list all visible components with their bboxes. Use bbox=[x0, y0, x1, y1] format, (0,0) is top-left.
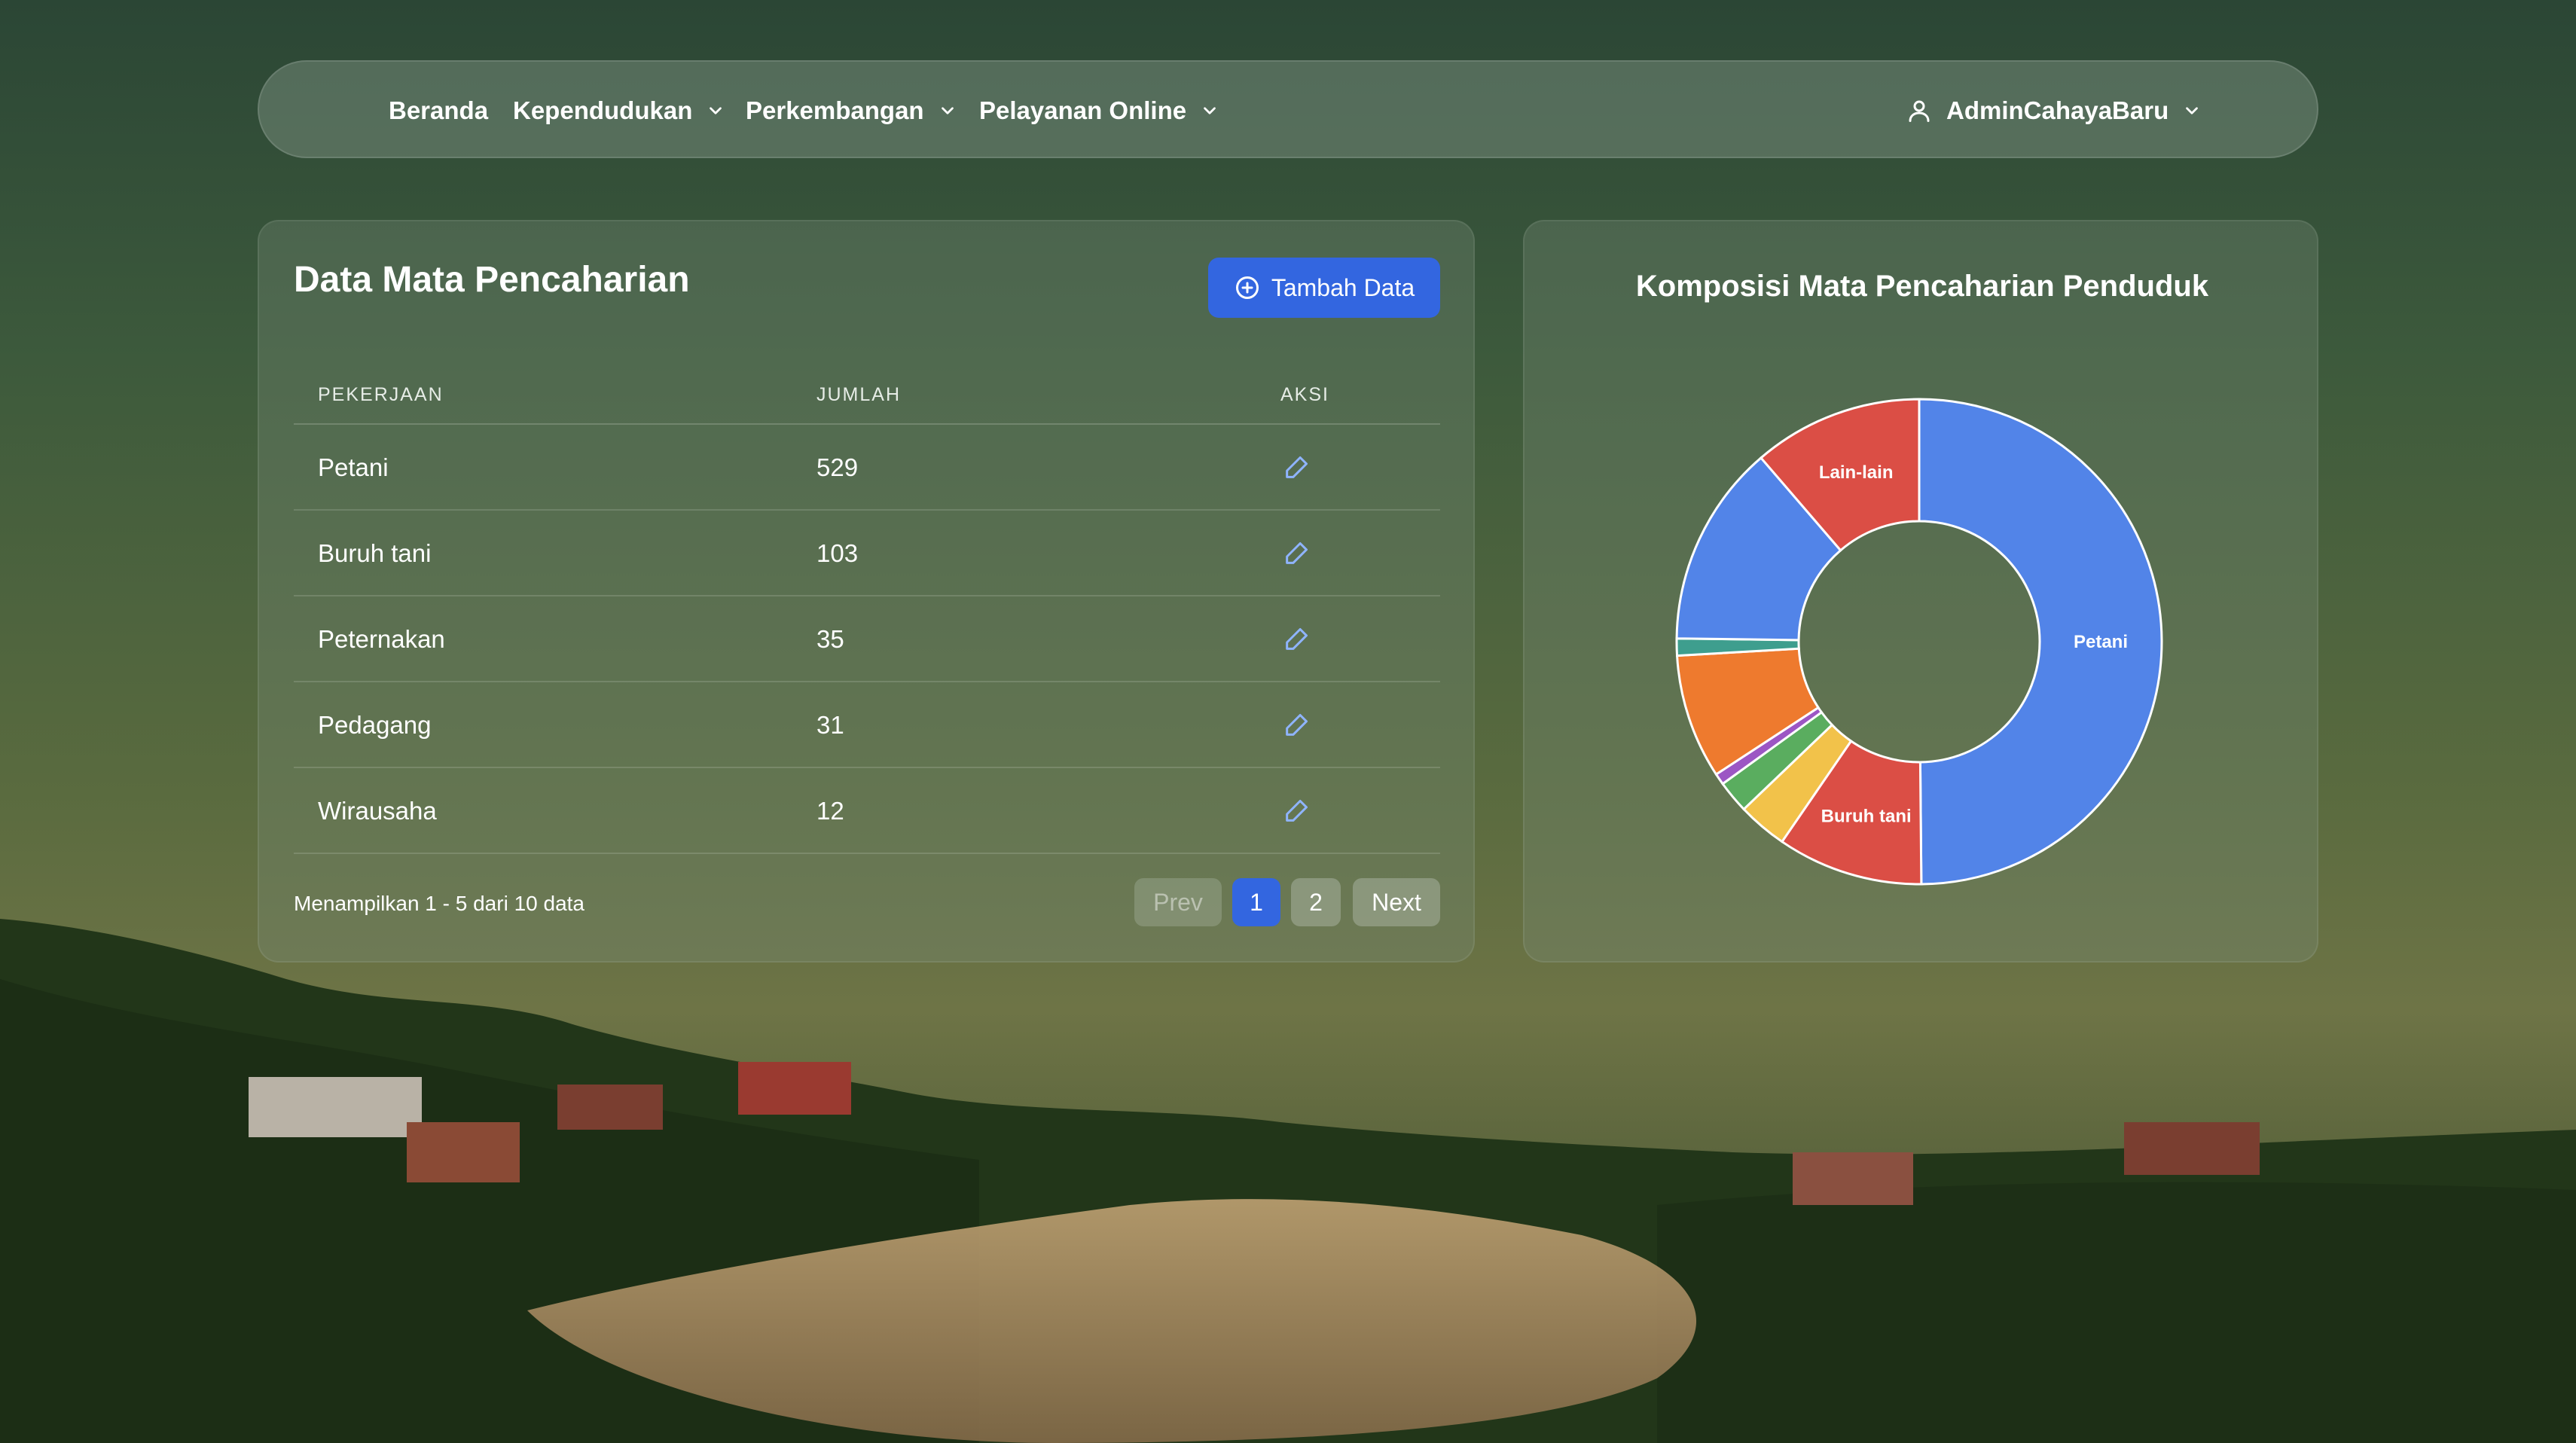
donut-slice-label: Petani bbox=[2074, 632, 2128, 652]
cell-pekerjaan: Pedagang bbox=[318, 711, 432, 739]
cell-pekerjaan: Peternakan bbox=[318, 625, 445, 653]
nav-item-label: Perkembangan bbox=[746, 96, 924, 124]
table-row: Buruh tani 103 bbox=[294, 511, 1440, 596]
page-1-button[interactable]: 1 bbox=[1232, 878, 1280, 926]
nav-item-kependudukan[interactable]: Kependudukan bbox=[513, 62, 725, 160]
nav-item-perkembangan[interactable]: Perkembangan bbox=[746, 62, 957, 160]
cell-jumlah: 529 bbox=[816, 453, 859, 481]
donut-chart: Petani Buruh tani Lain-lain bbox=[1675, 398, 2163, 886]
pencil-icon[interactable] bbox=[1282, 795, 1312, 825]
nav-item-label: Beranda bbox=[389, 96, 489, 124]
add-data-button[interactable]: Tambah Data bbox=[1208, 258, 1440, 318]
pagination-summary: Menampilkan 1 - 5 dari 10 data bbox=[294, 892, 584, 915]
column-header-pekerjaan: PEKERJAAN bbox=[318, 384, 444, 405]
pencil-icon[interactable] bbox=[1282, 709, 1312, 740]
mata-pencaharian-table-panel: Data Mata Pencaharian Tambah Data PEKERJ… bbox=[258, 220, 1475, 963]
table-row: Wirausaha 12 bbox=[294, 768, 1440, 854]
user-icon bbox=[1909, 100, 1930, 122]
user-menu[interactable]: AdminCahayaBaru bbox=[1906, 62, 2202, 160]
komposisi-chart-panel: Komposisi Mata Pencaharian Penduduk Peta… bbox=[1523, 220, 2318, 963]
cell-pekerjaan: Buruh tani bbox=[318, 539, 432, 567]
user-name: AdminCahayaBaru bbox=[1946, 96, 2169, 124]
chevron-down-icon bbox=[941, 107, 954, 114]
table-row: Pedagang 31 bbox=[294, 682, 1440, 768]
top-navbar: Beranda Kependudukan Perkembangan Pelaya… bbox=[258, 60, 2318, 158]
column-header-jumlah: JUMLAH bbox=[816, 384, 902, 405]
pencil-icon[interactable] bbox=[1282, 538, 1312, 568]
add-data-label: Tambah Data bbox=[1271, 273, 1415, 301]
chevron-down-icon bbox=[2186, 107, 2199, 114]
cell-jumlah: 12 bbox=[816, 797, 844, 825]
donut-slice-label: Lain-lain bbox=[1819, 462, 1894, 483]
table-row: Petani 529 bbox=[294, 425, 1440, 511]
next-page-button[interactable]: Next bbox=[1353, 878, 1440, 926]
cell-pekerjaan: Wirausaha bbox=[318, 797, 437, 825]
donut-slice-label: Buruh tani bbox=[1821, 807, 1912, 827]
chevron-down-icon bbox=[1204, 107, 1216, 114]
pencil-icon[interactable] bbox=[1282, 624, 1312, 654]
table-row: Peternakan 35 bbox=[294, 596, 1440, 682]
cell-jumlah: 31 bbox=[816, 711, 844, 739]
cell-jumlah: 103 bbox=[816, 539, 859, 567]
chevron-down-icon bbox=[710, 107, 722, 114]
plus-circle-icon bbox=[1235, 276, 1259, 299]
nav-item-label: Pelayanan Online bbox=[979, 96, 1187, 124]
prev-page-button[interactable]: Prev bbox=[1134, 878, 1222, 926]
page-2-button[interactable]: 2 bbox=[1291, 878, 1341, 926]
cell-jumlah: 35 bbox=[816, 625, 844, 653]
column-header-aksi: AKSI bbox=[1280, 384, 1329, 405]
nav-item-label: Kependudukan bbox=[513, 96, 693, 124]
nav-item-pelayanan-online[interactable]: Pelayanan Online bbox=[979, 62, 1219, 160]
table-header: PEKERJAAN JUMLAH AKSI bbox=[294, 365, 1440, 425]
cell-pekerjaan: Petani bbox=[318, 453, 389, 481]
nav-item-beranda[interactable]: Beranda bbox=[389, 62, 488, 160]
panel-title: Data Mata Pencaharian bbox=[294, 260, 690, 300]
pencil-icon[interactable] bbox=[1282, 452, 1312, 482]
